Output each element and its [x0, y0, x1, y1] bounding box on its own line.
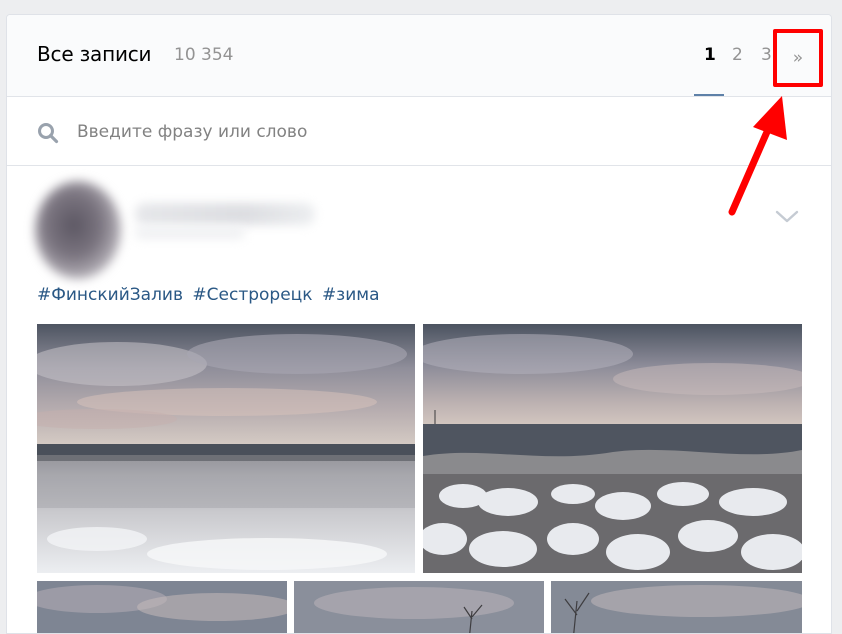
- post-date-blurred: [135, 227, 245, 239]
- avatar[interactable]: [35, 181, 121, 279]
- chevron-down-icon[interactable]: [775, 210, 799, 224]
- pagination: 1 2 3: [7, 45, 831, 75]
- post-photo-3[interactable]: [37, 581, 287, 633]
- hashtag-finsky-zaliv[interactable]: #ФинскийЗалив: [37, 285, 183, 305]
- post-photo-4[interactable]: [294, 581, 544, 633]
- search-input[interactable]: [77, 115, 637, 149]
- active-page-indicator: [694, 94, 724, 96]
- page-2[interactable]: 2: [732, 45, 743, 65]
- search-icon: [38, 123, 59, 144]
- hashtag-sestroretsk[interactable]: #Сестрорецк: [192, 285, 312, 305]
- wall-header: Все записи 10 354 1 2 3 »: [7, 15, 831, 97]
- post-hashtags: #ФинскийЗалив #Сестрорецк #зима: [37, 285, 384, 305]
- next-page-button[interactable]: »: [773, 29, 823, 87]
- page-1[interactable]: 1: [704, 45, 716, 65]
- next-page-label: »: [792, 48, 804, 68]
- post-photo-5[interactable]: [551, 581, 802, 633]
- post-photo-1[interactable]: [37, 324, 415, 573]
- hashtag-zima[interactable]: #зима: [322, 285, 380, 305]
- author-name-blurred[interactable]: [135, 203, 315, 225]
- search-bar: [7, 97, 831, 166]
- post-photo-2[interactable]: [423, 324, 802, 573]
- page-3[interactable]: 3: [761, 45, 772, 65]
- wall-card: Все записи 10 354 1 2 3 » #ФинскийЗалив …: [6, 14, 832, 634]
